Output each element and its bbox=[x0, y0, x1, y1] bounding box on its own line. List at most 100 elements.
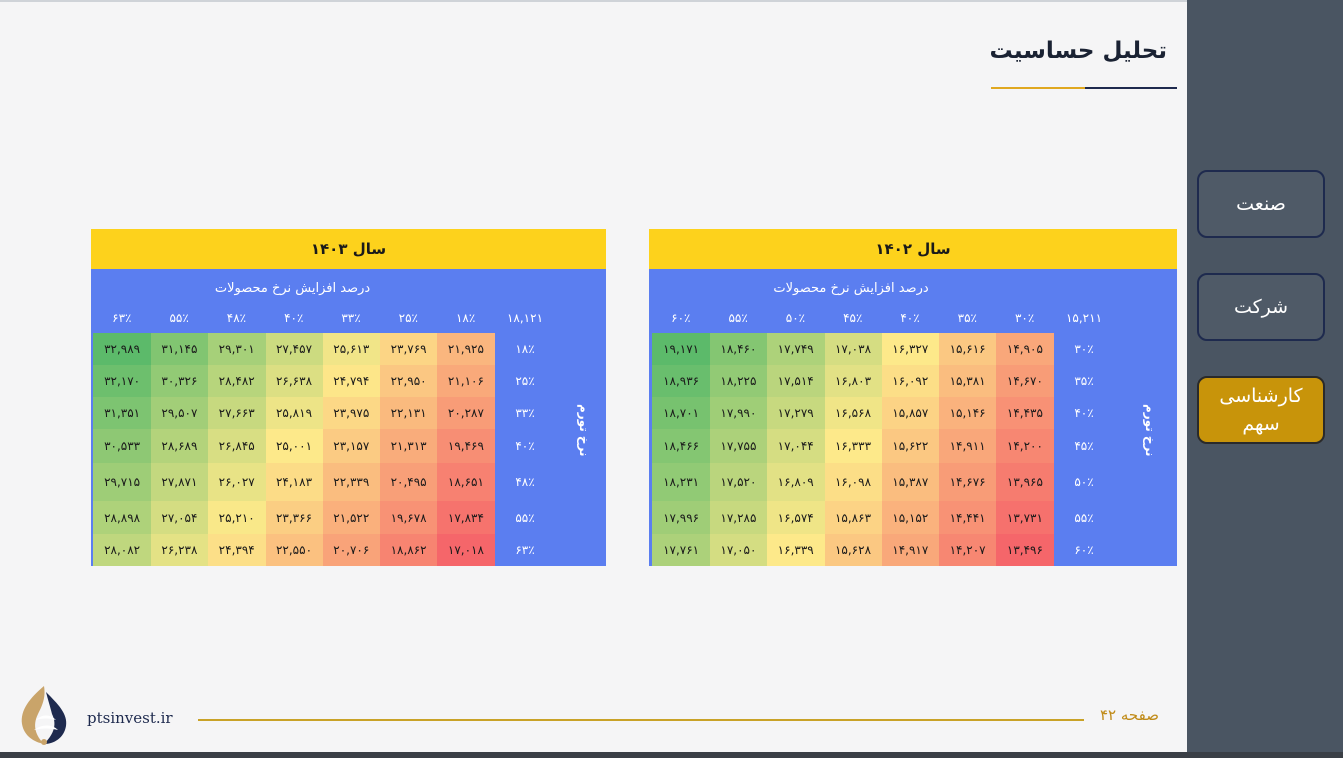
footer-rule bbox=[198, 719, 1084, 721]
table-cell: ۳۱,۳۵۱ bbox=[93, 397, 151, 430]
table-cell: ۱۶,۸۰۹ bbox=[766, 463, 825, 502]
page-title: تحلیل حساسیت bbox=[989, 38, 1168, 64]
table-cell: ۱۴,۶۷۶ bbox=[938, 463, 997, 502]
table-cell: ۲۵,۶۱۳ bbox=[322, 333, 381, 366]
row-header: ۵۵٪ bbox=[1074, 510, 1094, 525]
table-base-value: ۱۸,۱۲۱ bbox=[506, 311, 544, 325]
table-cell: ۱۹,۶۷۸ bbox=[379, 501, 438, 535]
table-cell: ۱۴,۹۱۱ bbox=[938, 429, 997, 464]
table-base-value: ۱۵,۲۱۱ bbox=[1065, 311, 1103, 325]
table-cell: ۱۴,۴۳۵ bbox=[996, 397, 1054, 430]
sidebar-item-stock-valuation[interactable]: کارشناسی سهم bbox=[1197, 376, 1325, 444]
table-cell: ۳۲,۹۸۹ bbox=[93, 333, 151, 366]
table-cell: ۱۵,۶۱۶ bbox=[938, 333, 997, 366]
row-header: ۴۰٪ bbox=[1074, 406, 1094, 420]
table-cell: ۱۶,۳۲۷ bbox=[881, 333, 940, 366]
table-cell: ۲۳,۹۷۵ bbox=[322, 397, 381, 430]
table-cell: ۲۶,۶۳۸ bbox=[265, 365, 323, 398]
table-cell: ۲۸,۶۸۹ bbox=[150, 429, 209, 464]
bottom-bar bbox=[0, 752, 1343, 758]
table-cell: ۳۱,۱۴۵ bbox=[150, 333, 209, 366]
table-cell: ۱۹,۴۶۹ bbox=[437, 429, 495, 464]
table-title: سال ۱۴۰۳ bbox=[91, 229, 606, 269]
table-cell: ۱۶,۳۳۳ bbox=[824, 429, 882, 464]
table-cell: ۱۸,۸۶۲ bbox=[379, 534, 438, 566]
table-cell: ۲۶,۸۴۵ bbox=[207, 429, 266, 464]
row-header: ۴۵٪ bbox=[1074, 439, 1094, 453]
row-header: ۶۰٪ bbox=[1074, 542, 1094, 557]
table-cell: ۲۵,۲۱۰ bbox=[207, 501, 266, 535]
row-header: ۴۰٪ bbox=[515, 439, 535, 453]
table-cell: ۱۶,۰۹۸ bbox=[824, 463, 882, 502]
table-cell: ۲۷,۸۷۱ bbox=[150, 463, 209, 502]
top-rule bbox=[0, 0, 1187, 2]
column-header: ۴۰٪ bbox=[900, 311, 920, 325]
table-cell: ۲۰,۴۹۵ bbox=[379, 463, 438, 502]
table-cell: ۲۰,۲۸۷ bbox=[437, 397, 495, 430]
table-cell: ۲۵,۰۰۱ bbox=[265, 429, 323, 464]
table-cell: ۲۳,۷۶۹ bbox=[379, 333, 438, 366]
row-header: ۳۵٪ bbox=[1074, 374, 1094, 388]
table-cell: ۱۷,۲۸۵ bbox=[709, 501, 768, 535]
column-header: ۲۵٪ bbox=[398, 311, 418, 325]
column-header: ۳۳٪ bbox=[341, 311, 361, 325]
table-cell: ۱۷,۰۵۰ bbox=[709, 534, 768, 566]
table-cell: ۲۱,۹۲۵ bbox=[437, 333, 495, 366]
table-cell: ۲۶,۲۳۸ bbox=[150, 534, 209, 566]
table-cell: ۱۸,۷۰۱ bbox=[652, 397, 710, 430]
table-cell: ۲۷,۶۶۳ bbox=[207, 397, 266, 430]
table-cell: ۲۹,۳۰۱ bbox=[207, 333, 266, 366]
row-axis-label: نرخ تورم bbox=[577, 404, 591, 457]
table-cell: ۱۴,۹۱۷ bbox=[881, 534, 940, 566]
table-cell: ۱۶,۳۳۹ bbox=[766, 534, 825, 566]
table-cell: ۱۴,۹۰۵ bbox=[996, 333, 1054, 366]
table-cell: ۱۷,۷۶۱ bbox=[652, 534, 710, 566]
table-cell: ۲۷,۰۵۴ bbox=[150, 501, 209, 535]
table-cell: ۲۹,۵۰۷ bbox=[150, 397, 209, 430]
table-cell: ۲۸,۸۹۸ bbox=[93, 501, 151, 535]
table-cell: ۲۵,۸۱۹ bbox=[265, 397, 323, 430]
table-cell: ۲۲,۳۳۹ bbox=[322, 463, 381, 502]
website-link[interactable]: ptsinvest.ir bbox=[87, 709, 173, 727]
row-header: ۴۸٪ bbox=[515, 475, 535, 489]
column-header: ۳۵٪ bbox=[957, 311, 977, 325]
table-cell: ۲۹,۷۱۵ bbox=[93, 463, 151, 502]
table-cell: ۱۷,۲۷۹ bbox=[766, 397, 825, 430]
row-header: ۳۰٪ bbox=[1074, 342, 1094, 356]
sidebar-item-industry[interactable]: صنعت bbox=[1197, 170, 1325, 238]
table-cell: ۱۵,۶۲۲ bbox=[881, 429, 940, 464]
table-cell: ۱۶,۰۹۲ bbox=[881, 365, 940, 398]
table-cell: ۱۷,۸۳۴ bbox=[437, 501, 495, 535]
table-cell: ۱۸,۴۶۰ bbox=[709, 333, 768, 366]
table-subtitle: درصد افزایش نرخ محصولات bbox=[214, 280, 371, 296]
table-cell: ۱۷,۰۴۴ bbox=[766, 429, 825, 464]
column-header: ۵۵٪ bbox=[169, 311, 189, 325]
row-header: ۲۵٪ bbox=[515, 374, 535, 388]
table-cell: ۱۶,۵۷۴ bbox=[766, 501, 825, 535]
table-cell: ۲۲,۱۳۱ bbox=[379, 397, 438, 430]
table-cell: ۲۴,۷۹۴ bbox=[322, 365, 381, 398]
table-cell: ۱۷,۹۹۶ bbox=[652, 501, 710, 535]
row-header: ۵۵٪ bbox=[515, 510, 535, 525]
table-cell: ۱۵,۸۶۳ bbox=[824, 501, 882, 535]
table-cell: ۲۸,۰۸۲ bbox=[93, 534, 151, 566]
column-header: ۳۰٪ bbox=[1014, 311, 1035, 325]
column-header: ۴۸٪ bbox=[226, 311, 247, 325]
table-cell: ۱۸,۹۳۶ bbox=[652, 365, 710, 398]
table-cell: ۳۲,۱۷۰ bbox=[93, 365, 151, 398]
row-header: ۵۰٪ bbox=[1074, 475, 1094, 489]
table-cell: ۱۴,۲۰۷ bbox=[938, 534, 997, 566]
title-underline-accent bbox=[991, 87, 1085, 89]
table-cell: ۱۷,۵۱۴ bbox=[766, 365, 825, 398]
table-cell: ۲۳,۳۶۶ bbox=[265, 501, 323, 535]
sidebar-item-company[interactable]: شرکت bbox=[1197, 273, 1325, 341]
table-cell: ۲۴,۳۹۴ bbox=[207, 534, 266, 566]
table-cell: ۱۸,۴۶۶ bbox=[652, 429, 710, 464]
column-header: ۴۵٪ bbox=[843, 311, 863, 325]
table-cell: ۱۴,۶۷۰ bbox=[996, 365, 1054, 398]
table-cell: ۳۰,۳۲۶ bbox=[150, 365, 209, 398]
table-cell: ۱۶,۵۶۸ bbox=[824, 397, 882, 430]
row-header: ۶۳٪ bbox=[515, 542, 535, 557]
table-cell: ۱۴,۲۰۰ bbox=[996, 429, 1054, 464]
table-cell: ۲۳,۱۵۷ bbox=[322, 429, 381, 464]
